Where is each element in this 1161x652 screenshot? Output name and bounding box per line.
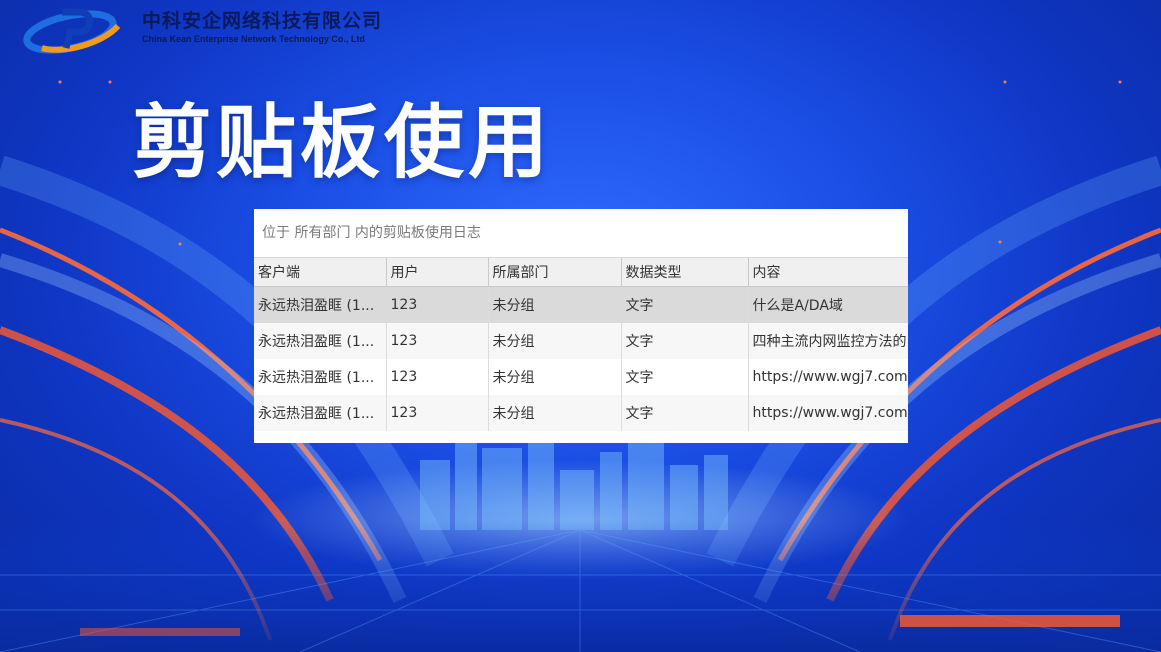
column-header-department[interactable]: 所属部门 (488, 258, 622, 287)
column-header-content[interactable]: 内容 (748, 258, 908, 287)
cell-content: https://www.wgj7.com (748, 359, 908, 395)
cell-content: 什么是A/DA域 (748, 286, 908, 323)
table-header-row: 客户端 用户 所属部门 数据类型 内容 (254, 258, 908, 287)
cell-department: 未分组 (488, 359, 622, 395)
clipboard-log-table: 客户端 用户 所属部门 数据类型 内容 永远热泪盈眶 (1... 123 未分组… (254, 258, 908, 431)
table-row[interactable]: 永远热泪盈眶 (1... 123 未分组 文字 四种主流内网监控方法的 (254, 323, 908, 359)
cell-client: 永远热泪盈眶 (1... (254, 395, 387, 431)
clipboard-log-panel: 位于 所有部门 内的剪贴板使用日志 客户端 用户 所属部门 数据类型 内容 永远… (254, 209, 908, 443)
cell-content: https://www.wgj7.com (748, 395, 908, 431)
cell-user: 123 (386, 359, 489, 395)
table-row[interactable]: 永远热泪盈眶 (1... 123 未分组 文字 https://www.wgj7… (254, 359, 908, 395)
cell-data-type: 文字 (621, 359, 749, 395)
company-logo-icon (23, 8, 121, 54)
cell-user: 123 (386, 323, 489, 359)
cell-department: 未分组 (488, 286, 622, 323)
cell-client: 永远热泪盈眶 (1... (254, 359, 387, 395)
cell-data-type: 文字 (621, 323, 749, 359)
cell-content: 四种主流内网监控方法的 (748, 323, 908, 359)
cell-data-type: 文字 (621, 286, 749, 323)
cell-user: 123 (386, 286, 489, 323)
cell-data-type: 文字 (621, 395, 749, 431)
cell-client: 永远热泪盈眶 (1... (254, 323, 387, 359)
cell-department: 未分组 (488, 395, 622, 431)
column-header-client[interactable]: 客户端 (254, 258, 387, 287)
company-name-en: China Kean Enterprise Network Technology… (142, 34, 365, 44)
cell-user: 123 (386, 395, 489, 431)
column-header-data-type[interactable]: 数据类型 (621, 258, 749, 287)
cell-department: 未分组 (488, 323, 622, 359)
panel-caption: 位于 所有部门 内的剪贴板使用日志 (254, 209, 908, 258)
slide-title: 剪贴板使用 (132, 96, 552, 189)
cell-client: 永远热泪盈眶 (1... (254, 286, 387, 323)
column-header-user[interactable]: 用户 (386, 258, 489, 287)
company-name-cn: 中科安企网络科技有限公司 (142, 10, 383, 32)
table-row[interactable]: 永远热泪盈眶 (1... 123 未分组 文字 https://www.wgj7… (254, 395, 908, 431)
table-row[interactable]: 永远热泪盈眶 (1... 123 未分组 文字 什么是A/DA域 (254, 286, 908, 323)
